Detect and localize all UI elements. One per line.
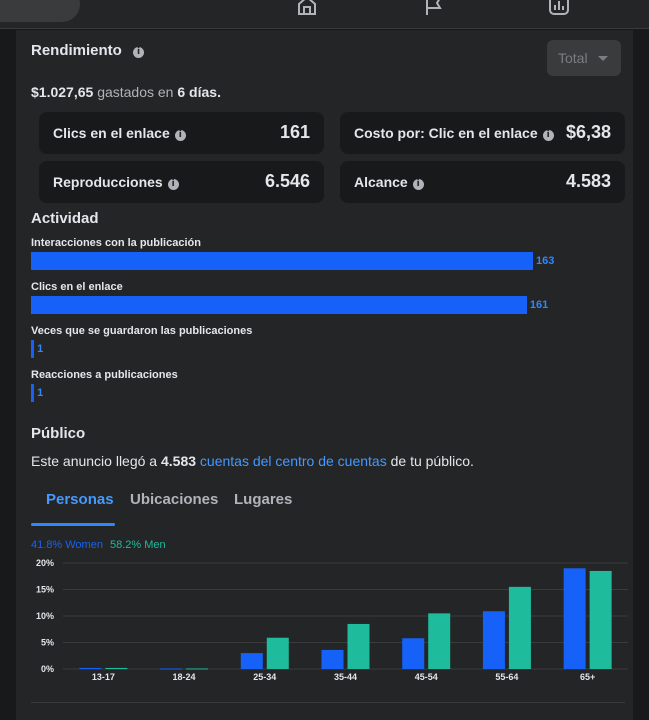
metric-label: Alcance	[354, 174, 408, 190]
bar-men[interactable]	[508, 586, 531, 669]
activity-value: 1	[37, 343, 44, 355]
divider	[31, 702, 625, 703]
activity-label: Interacciones con la publicación	[31, 237, 201, 249]
spend-summary: $1.027,65 gastados en 6 días.	[31, 84, 221, 100]
search-pill[interactable]	[0, 0, 80, 22]
metric-card-plays[interactable]: Reproducciones i 6.546	[39, 161, 324, 203]
metric-value: 6.546	[264, 171, 310, 191]
reach-prefix: Este anuncio llegó a	[31, 453, 158, 469]
metric-value: 4.583	[565, 171, 611, 191]
age-gender-chart: 0% 5% 10% 15% 20% 13-17 18-24 25-34 35-44 45-54 55…	[36, 558, 628, 682]
ad-insights-panel: Rendimiento i Total $1.027,65 gastados e…	[16, 30, 633, 720]
spent-amount: $1.027,65	[31, 84, 94, 100]
reach-suffix: de tu público.	[390, 453, 474, 469]
y-tick-label: 5%	[41, 638, 54, 648]
metric-card-reach[interactable]: Alcance i 4.583	[340, 161, 625, 203]
total-dropdown-label: Total	[558, 50, 588, 66]
y-tick-label: 0%	[41, 664, 54, 674]
bar-men[interactable]	[347, 623, 370, 669]
activity-value: 163	[536, 255, 555, 267]
x-tick-label: 45-54	[415, 672, 438, 682]
bar-women[interactable]	[402, 638, 425, 669]
caret-down-icon	[598, 56, 608, 61]
activity-title: Actividad	[31, 210, 99, 227]
info-icon[interactable]: i	[133, 47, 145, 58]
bar-women[interactable]	[482, 611, 505, 669]
legend-men: 58.2% Men	[110, 539, 166, 551]
bar-women[interactable]	[321, 649, 344, 669]
reach-value: 4.583	[160, 453, 197, 469]
activity-bar	[31, 252, 533, 270]
metric-label: Reproducciones	[53, 174, 163, 190]
bar-women[interactable]	[240, 653, 263, 669]
bar-men[interactable]	[186, 668, 209, 670]
spent-text: gastados en	[97, 84, 174, 100]
legend-women: 41.8% Women	[31, 539, 103, 551]
bar-women[interactable]	[79, 667, 102, 669]
bar-women[interactable]	[160, 668, 183, 670]
top-navigation-bar	[0, 0, 649, 29]
x-tick-label: 25-34	[253, 672, 276, 682]
audience-reach-text: Este anuncio llegó a 4.583 cuentas del c…	[31, 453, 474, 469]
bar-men[interactable]	[428, 613, 451, 669]
bar-men[interactable]	[266, 637, 289, 669]
total-dropdown[interactable]: Total	[547, 40, 621, 76]
info-icon[interactable]: i	[167, 179, 179, 190]
x-tick-label: 55-64	[495, 672, 518, 682]
y-tick-label: 10%	[36, 611, 54, 621]
activity-label: Veces que se guardaron las publicaciones	[31, 325, 253, 337]
tab-ubicaciones[interactable]: Ubicaciones	[130, 491, 218, 508]
tab-personas[interactable]: Personas	[46, 491, 114, 508]
info-icon[interactable]: i	[174, 130, 186, 141]
active-tab-indicator	[31, 523, 115, 526]
y-tick-label: 20%	[36, 558, 54, 568]
tab-lugares[interactable]: Lugares	[234, 491, 292, 508]
activity-value: 1	[37, 387, 44, 399]
metric-card-cost-per-click[interactable]: Costo por: Clic en el enlace i $6,38	[340, 112, 625, 154]
home-icon[interactable]	[296, 0, 318, 16]
metric-value: 161	[279, 122, 310, 142]
info-icon[interactable]: i	[542, 130, 554, 141]
metric-card-link-clicks[interactable]: Clics en el enlace i 161	[39, 112, 324, 154]
bar-women[interactable]	[563, 568, 586, 669]
chart-legend: 41.8% Women 58.2% Men	[31, 539, 166, 551]
metric-value: $6,38	[565, 122, 611, 142]
activity-bar	[31, 384, 35, 402]
info-icon[interactable]: i	[412, 179, 424, 190]
bar-men[interactable]	[589, 570, 612, 669]
accounts-center-link[interactable]: cuentas del centro de cuentas	[200, 453, 387, 469]
x-tick-label: 13-17	[92, 672, 115, 682]
activity-bar	[31, 340, 35, 358]
activity-value: 161	[529, 299, 549, 311]
metric-label: Costo por: Clic en el enlace	[354, 125, 538, 141]
y-tick-label: 15%	[36, 585, 54, 595]
performance-heading: Rendimiento i	[31, 42, 145, 59]
x-tick-label: 65+	[580, 672, 595, 682]
activity-label: Reacciones a publicaciones	[31, 369, 178, 381]
activity-bar	[31, 296, 527, 314]
x-tick-label: 35-44	[334, 672, 357, 682]
performance-title: Rendimiento	[31, 42, 122, 59]
activity-label: Clics en el enlace	[31, 281, 123, 293]
bar-men[interactable]	[105, 667, 128, 669]
audience-title: Público	[31, 425, 86, 442]
metric-label: Clics en el enlace	[53, 125, 170, 141]
spent-days: 6 días.	[177, 84, 221, 100]
insights-icon[interactable]	[548, 0, 570, 16]
flag-icon[interactable]	[423, 0, 445, 16]
x-tick-label: 18-24	[173, 672, 196, 682]
